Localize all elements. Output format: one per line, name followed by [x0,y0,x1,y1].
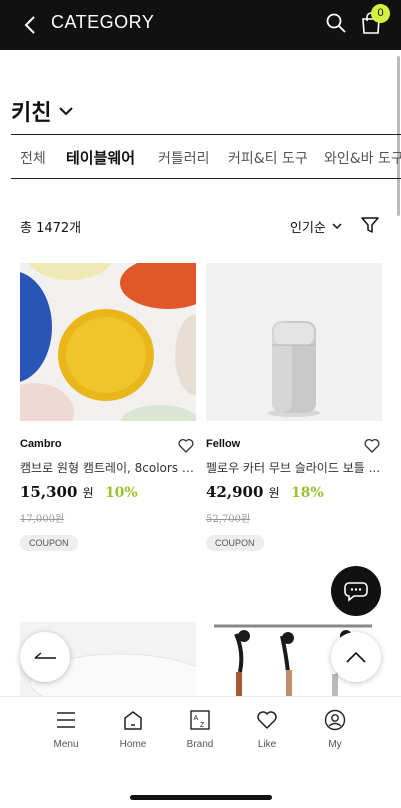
product-brand: Cambro [20,438,62,450]
chevron-down-icon [59,107,74,116]
category-title: 키친 [11,101,52,126]
nav-label: Brand [186,739,214,750]
nav-label: My [328,739,342,750]
product-price: 42,900 [206,483,264,501]
currency-label: 원 [55,514,65,525]
nav-label: Menu [53,739,79,750]
back-arrow-icon[interactable] [22,15,38,35]
svg-text:Z: Z [200,722,205,729]
nav-my[interactable]: My [305,709,365,750]
chevron-up-icon [346,651,366,663]
bottom-navigation: Menu Home AZ Brand Like My [0,696,401,808]
heart-icon[interactable] [178,438,194,453]
home-icon [124,711,142,730]
bottle-image [206,263,382,421]
page-title: CATEGORY [51,12,155,32]
plates-image [20,263,196,421]
discount-rate: 10% [104,485,138,501]
product-brand: Fellow [206,438,241,450]
nav-like[interactable]: Like [237,709,297,750]
product-price-row: 15,300 원 10% [20,483,138,501]
back-button[interactable] [20,632,70,682]
product-name[interactable]: 펠로우 카터 무브 슬라이드 보틀 ... [206,459,382,476]
currency-label: 원 [241,514,251,525]
currency-label: 원 [268,486,280,500]
original-price-row: 52,700원 [206,510,250,525]
user-icon [324,709,346,731]
brand-az-icon: AZ [190,710,210,730]
filter-icon[interactable] [361,216,379,234]
heart-icon[interactable] [364,438,380,453]
tab-tableware[interactable]: 테이블웨어 [66,147,135,168]
menu-icon [57,712,75,728]
chevron-down-icon [332,223,342,230]
home-indicator [130,795,272,800]
tab-cutlery[interactable]: 커틀러리 [158,148,210,168]
original-price: 17,000 [20,514,55,525]
subcategory-tabs: 전체 테이블웨어 커틀러리 커피&티 도구 와인&바 도구 [11,134,401,179]
nav-label: Home [119,739,147,750]
product-price: 15,300 [20,483,78,501]
nav-label: Like [257,739,277,750]
coupon-badge: COUPON [206,535,264,551]
product-image[interactable] [20,263,196,421]
search-icon[interactable] [326,13,346,33]
product-card[interactable]: Fellow 펠로우 카터 무브 슬라이드 보틀 ... 42,900 원 18… [206,263,382,551]
coupon-badge: COUPON [20,535,78,551]
tab-all[interactable]: 전체 [20,148,46,168]
sort-label: 인기순 [290,221,326,236]
chat-bubble-icon [344,582,368,602]
arrow-left-icon [34,652,56,659]
top-header: CATEGORY 0 [0,0,401,50]
cart-count-badge: 0 [371,4,390,23]
sort-dropdown[interactable]: 인기순 [290,217,342,236]
heart-icon [257,711,277,729]
category-dropdown[interactable]: 키친 [11,95,74,127]
product-name[interactable]: 캠브로 원형 캠트레이, 8colors (... [20,459,196,476]
tab-wine-bar[interactable]: 와인&바 도구 [324,148,401,168]
nav-menu[interactable]: Menu [36,709,96,750]
currency-label: 원 [82,486,94,500]
product-card[interactable]: Cambro 캠브로 원형 캠트레이, 8colors (... 15,300 … [20,263,196,551]
discount-rate: 18% [290,485,324,501]
tab-coffee-tea[interactable]: 커피&티 도구 [228,148,308,168]
product-price-row: 42,900 원 18% [206,483,324,501]
nav-home[interactable]: Home [103,709,163,750]
chat-button[interactable] [331,566,381,616]
product-image[interactable] [206,263,382,421]
nav-brand[interactable]: AZ Brand [170,709,230,750]
product-count: 총 1472개 [20,221,82,236]
original-price: 52,700 [206,514,241,525]
original-price-row: 17,000원 [20,510,64,525]
svg-text:A: A [194,715,199,722]
scroll-top-button[interactable] [331,632,381,682]
